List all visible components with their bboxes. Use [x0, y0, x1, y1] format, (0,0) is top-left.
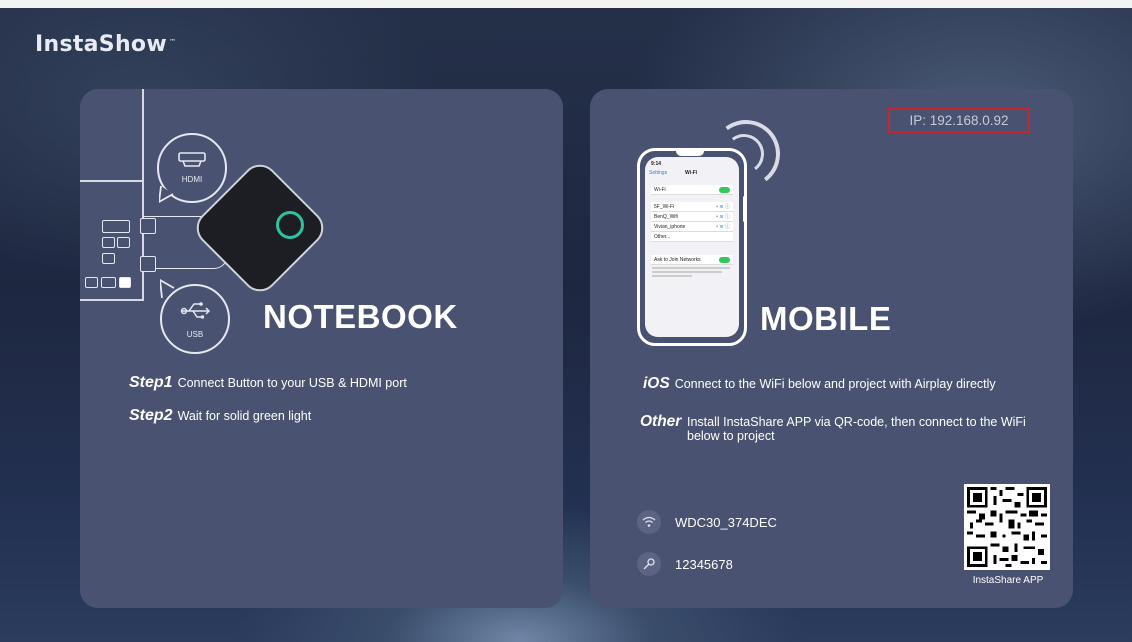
laptop-port	[117, 237, 130, 248]
step-2-label: Step2	[129, 407, 173, 424]
phone-side-button	[743, 196, 746, 222]
step-1-label: Step1	[129, 374, 173, 391]
qr-code	[964, 484, 1050, 570]
phone-ask-row: Ask to Join Networks	[651, 255, 733, 265]
step-2: Step2 Wait for solid green light	[129, 407, 311, 425]
laptop-edge	[80, 180, 144, 182]
laptop-port	[102, 220, 130, 233]
laptop-port	[102, 237, 115, 248]
hdmi-bubble-tail	[159, 186, 174, 204]
step-1: Step1 Connect Button to your USB & HDMI p…	[129, 374, 407, 392]
wifi-toggle	[719, 186, 730, 193]
laptop-port	[85, 277, 98, 288]
laptop-port	[101, 277, 116, 288]
other-label: Other	[640, 413, 682, 430]
phone-notch	[676, 150, 704, 156]
phone-network-row: 5F_Wi-Fi • ≋ ⓘ	[651, 202, 733, 212]
key-icon	[637, 552, 661, 576]
phone-back: Settings	[649, 170, 668, 176]
other-text: Install InstaShare APP via QR-code, then…	[687, 415, 1026, 443]
wifi-icon	[637, 510, 661, 534]
phone-network-row: BenQ_Wifi • ≋ ⓘ	[651, 212, 733, 222]
top-strip	[0, 0, 1132, 8]
step-2-text: Wait for solid green light	[177, 409, 312, 423]
usb-plug	[140, 256, 156, 272]
ios-label: iOS	[643, 375, 670, 392]
phone-network-row: Other...	[651, 232, 733, 242]
phone-wifi-row: Wi-Fi	[651, 185, 733, 195]
usb-icon	[180, 302, 210, 319]
phone-illustration: 9:14 Settings Wi-Fi Wi-Fi 5F_Wi-Fi • ≋ ⓘ …	[637, 148, 747, 346]
green-light-ring	[276, 211, 304, 239]
laptop-port	[102, 253, 115, 264]
instashow-logo: InstaShow ™	[35, 32, 177, 57]
hdmi-label: HDMI	[181, 175, 203, 184]
phone-network-row: Vivian_iphone • ≋ ⓘ	[651, 222, 733, 232]
laptop-edge	[80, 299, 144, 301]
ios-text: Connect to the WiFi below and project wi…	[674, 377, 996, 391]
qr-caption: InstaShare APP	[972, 575, 1044, 586]
phone-footnote-line	[652, 271, 722, 273]
hdmi-icon	[178, 152, 206, 167]
phone-footnote-line	[652, 275, 692, 277]
usb-bubble-tail	[160, 278, 175, 298]
laptop-port	[119, 277, 131, 288]
ip-address: IP: 192.168.0.92	[888, 108, 1030, 133]
phone-header: Wi-Fi	[685, 170, 698, 176]
hdmi-plug	[140, 218, 156, 234]
phone-footnote-line	[652, 267, 730, 269]
ask-toggle	[719, 256, 730, 263]
phone-time: 9:14	[651, 161, 662, 167]
mobile-title: MOBILE	[760, 300, 892, 337]
wifi-ssid: WDC30_374DEC	[675, 515, 777, 530]
usb-label: USB	[186, 330, 204, 339]
step-1-text: Connect Button to your USB & HDMI port	[177, 376, 407, 390]
notebook-card	[80, 89, 563, 608]
ios-instruction: iOS Connect to the WiFi below and project…	[643, 376, 1043, 392]
wifi-password: 12345678	[675, 557, 733, 572]
notebook-title: NOTEBOOK	[263, 298, 458, 335]
phone-screen: 9:14 Settings Wi-Fi Wi-Fi 5F_Wi-Fi • ≋ ⓘ …	[645, 157, 739, 337]
